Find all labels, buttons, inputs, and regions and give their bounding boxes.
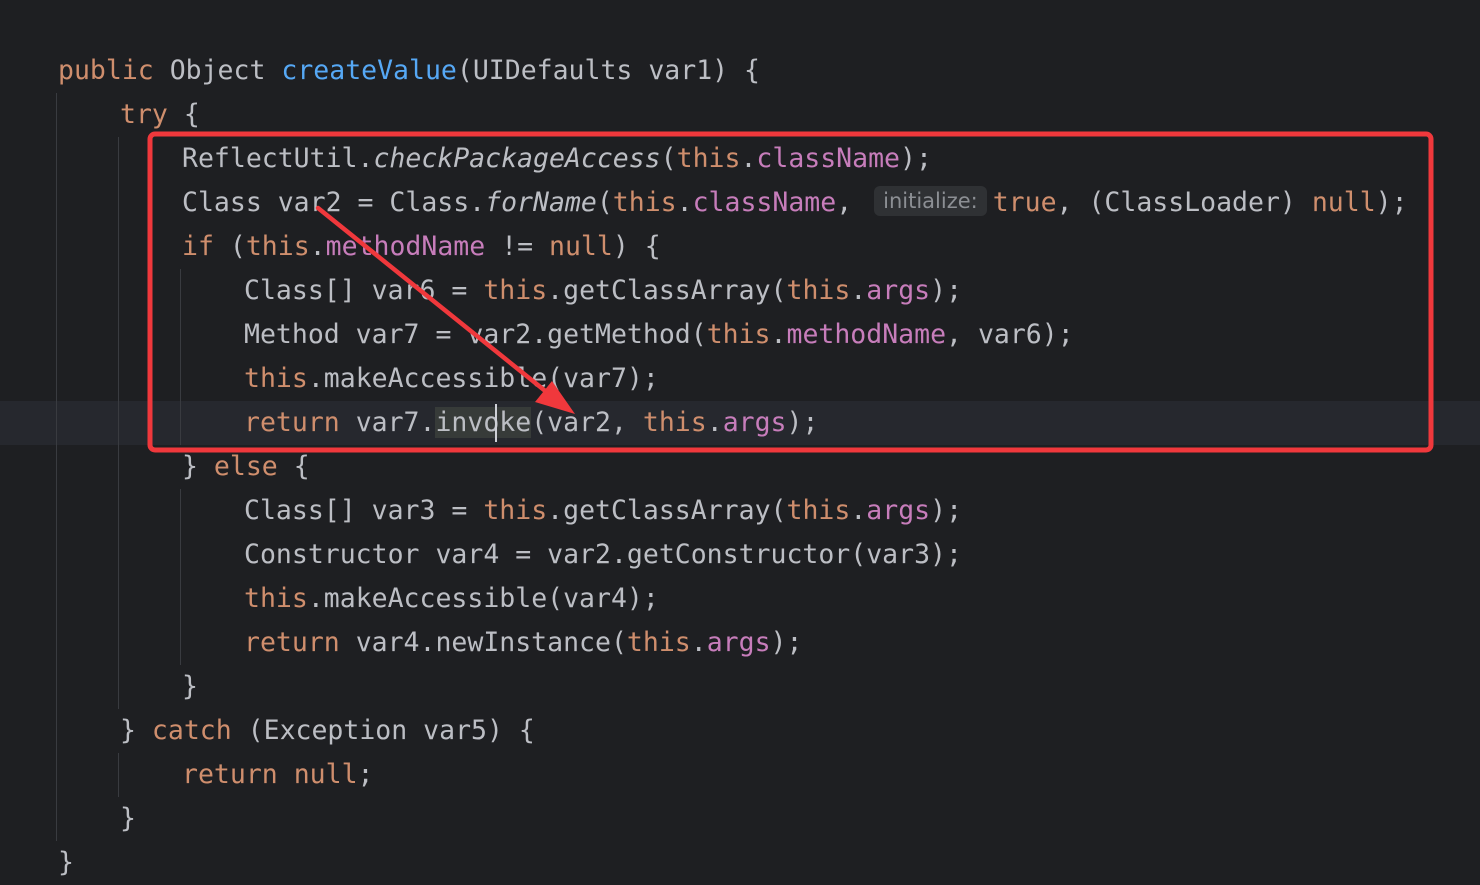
- highlight-box: [147, 131, 1434, 453]
- annotation-overlay: [147, 131, 1434, 453]
- annotation-arrow: [315, 205, 557, 401]
